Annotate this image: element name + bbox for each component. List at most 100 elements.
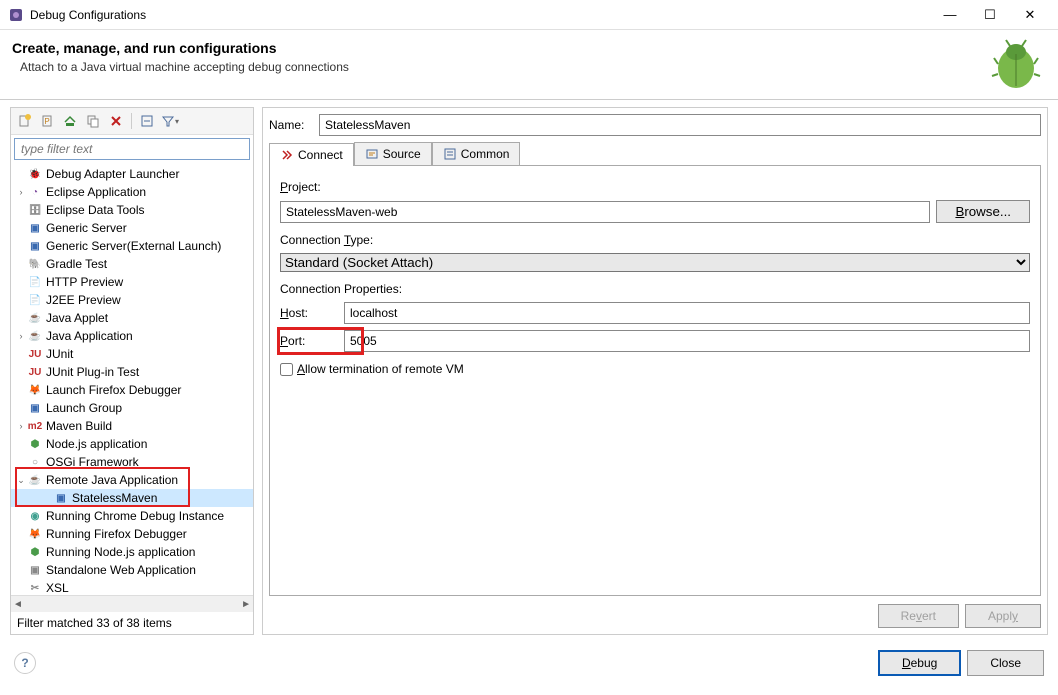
debug-button[interactable]: Debug — [878, 650, 961, 676]
common-icon — [443, 147, 457, 161]
main-content: P ▾ 🐞Debug Adapter Launcher›◔Eclipse App… — [0, 100, 1058, 642]
tree-item-java-applet[interactable]: ☕Java Applet — [11, 309, 253, 327]
tree-item-label: Node.js application — [46, 437, 147, 451]
tree-item-label: Java Applet — [46, 311, 108, 325]
tree-item-standalone-web-application[interactable]: ▣Standalone Web Application — [11, 561, 253, 579]
node-icon: ⬢ — [27, 544, 43, 560]
filter-status: Filter matched 33 of 38 items — [11, 612, 253, 634]
firefox-icon: 🦊 — [27, 526, 43, 542]
tree-item-launch-firefox-debugger[interactable]: 🦊Launch Firefox Debugger — [11, 381, 253, 399]
tree-item-statelessmaven[interactable]: ▣StatelessMaven — [11, 489, 253, 507]
delete-button[interactable] — [106, 111, 126, 131]
tree-item-node-js-application[interactable]: ⬢Node.js application — [11, 435, 253, 453]
window-title: Debug Configurations — [30, 8, 930, 22]
export-button[interactable] — [60, 111, 80, 131]
config-tree[interactable]: 🐞Debug Adapter Launcher›◔Eclipse Applica… — [11, 163, 253, 595]
tree-item-label: Generic Server — [46, 221, 127, 235]
tab-common-label: Common — [461, 147, 510, 161]
tab-source[interactable]: Source — [354, 142, 432, 165]
scroll-right-icon[interactable]: ► — [241, 599, 251, 610]
dialog-subtitle: Attach to a Java virtual machine accepti… — [12, 60, 1046, 74]
server-icon: ▣ — [27, 238, 43, 254]
browse-button[interactable]: Browse... — [936, 200, 1030, 223]
junit-plugin-icon: JU — [27, 364, 43, 380]
close-button[interactable]: Close — [967, 650, 1044, 676]
maximize-button[interactable]: ☐ — [970, 1, 1010, 29]
tree-item-java-application[interactable]: ›☕Java Application — [11, 327, 253, 345]
tree-item-label: Running Firefox Debugger — [46, 527, 187, 541]
expand-icon[interactable]: › — [15, 421, 27, 431]
tree-item-osgi-framework[interactable]: ○OSGi Framework — [11, 453, 253, 471]
tree-item-label: OSGi Framework — [46, 455, 139, 469]
tree-item-maven-build[interactable]: ›m2Maven Build — [11, 417, 253, 435]
tree-item-label: Running Node.js application — [46, 545, 195, 559]
eclipse-icon: ◔ — [27, 184, 43, 200]
db-icon: 🗄 — [27, 202, 43, 218]
close-window-button[interactable]: ✕ — [1010, 1, 1050, 29]
dialog-header: Create, manage, and run configurations A… — [0, 30, 1058, 100]
minimize-button[interactable]: — — [930, 1, 970, 29]
tree-item-label: Java Application — [46, 329, 133, 343]
tree-item-label: Debug Adapter Launcher — [46, 167, 179, 181]
tree-item-running-chrome-debug-instance[interactable]: ◉Running Chrome Debug Instance — [11, 507, 253, 525]
scroll-left-icon[interactable]: ◄ — [13, 599, 23, 610]
host-input[interactable] — [344, 302, 1030, 324]
connection-type-select[interactable]: Standard (Socket Attach) — [280, 253, 1030, 272]
tree-item-label: Maven Build — [46, 419, 112, 433]
tree-item-label: Gradle Test — [46, 257, 107, 271]
apply-button[interactable]: Apply — [965, 604, 1041, 628]
tab-connect[interactable]: Connect — [269, 143, 354, 166]
tree-item-label: StatelessMaven — [72, 491, 157, 505]
bug-icon — [988, 36, 1044, 95]
tab-common[interactable]: Common — [432, 142, 521, 165]
tree-item-j2ee-preview[interactable]: 📄J2EE Preview — [11, 291, 253, 309]
tree-item-remote-java-application[interactable]: ⌄☕Remote Java Application — [11, 471, 253, 489]
expand-icon[interactable]: › — [15, 187, 27, 197]
svg-text:P: P — [44, 117, 49, 126]
revert-button[interactable]: Revert — [878, 604, 959, 628]
list-toolbar: P ▾ — [11, 108, 253, 135]
tree-item-eclipse-application[interactable]: ›◔Eclipse Application — [11, 183, 253, 201]
tree-item-eclipse-data-tools[interactable]: 🗄Eclipse Data Tools — [11, 201, 253, 219]
tree-item-running-node-js-application[interactable]: ⬢Running Node.js application — [11, 543, 253, 561]
connection-properties-label: Connection Properties: — [280, 282, 1030, 296]
new-config-button[interactable] — [14, 111, 34, 131]
tree-item-junit-plug-in-test[interactable]: JUJUnit Plug-in Test — [11, 363, 253, 381]
toolbar-separator — [131, 113, 132, 129]
tree-item-gradle-test[interactable]: 🐘Gradle Test — [11, 255, 253, 273]
expand-icon[interactable]: ⌄ — [15, 475, 27, 486]
horizontal-scrollbar[interactable]: ◄ ► — [11, 595, 253, 612]
gradle-icon: 🐘 — [27, 256, 43, 272]
allow-termination-checkbox[interactable] — [280, 363, 293, 376]
collapse-all-button[interactable] — [137, 111, 157, 131]
app-icon — [8, 7, 24, 23]
tree-item-junit[interactable]: JUJUnit — [11, 345, 253, 363]
filter-input[interactable] — [14, 138, 250, 160]
tree-item-running-firefox-debugger[interactable]: 🦊Running Firefox Debugger — [11, 525, 253, 543]
help-button[interactable]: ? — [14, 652, 36, 674]
connection-type-label: Connection Type: — [280, 233, 1030, 247]
new-proto-button[interactable]: P — [37, 111, 57, 131]
tree-item-launch-group[interactable]: ▣Launch Group — [11, 399, 253, 417]
tree-item-generic-server-external-launch-[interactable]: ▣Generic Server(External Launch) — [11, 237, 253, 255]
web-icon: ▣ — [27, 562, 43, 578]
tree-item-label: Launch Firefox Debugger — [46, 383, 181, 397]
tree-item-debug-adapter-launcher[interactable]: 🐞Debug Adapter Launcher — [11, 165, 253, 183]
port-input[interactable] — [344, 330, 1030, 352]
tree-item-xsl[interactable]: ✂XSL — [11, 579, 253, 595]
applet-icon: ☕ — [27, 310, 43, 326]
filter-button[interactable]: ▾ — [160, 111, 180, 131]
tree-item-http-preview[interactable]: 📄HTTP Preview — [11, 273, 253, 291]
tree-item-generic-server[interactable]: ▣Generic Server — [11, 219, 253, 237]
chrome-icon: ◉ — [27, 508, 43, 524]
project-input[interactable] — [280, 201, 930, 223]
dialog-footer: ? Debug Close — [0, 642, 1058, 684]
name-label: Name: — [269, 118, 319, 132]
duplicate-button[interactable] — [83, 111, 103, 131]
config-detail-panel: Name: Connect Source Common Project: Bro… — [262, 107, 1048, 635]
name-input[interactable] — [319, 114, 1041, 136]
tree-item-label: Eclipse Data Tools — [46, 203, 145, 217]
expand-icon[interactable]: › — [15, 331, 27, 341]
tree-item-label: Standalone Web Application — [46, 563, 196, 577]
dialog-title: Create, manage, and run configurations — [12, 40, 1046, 56]
